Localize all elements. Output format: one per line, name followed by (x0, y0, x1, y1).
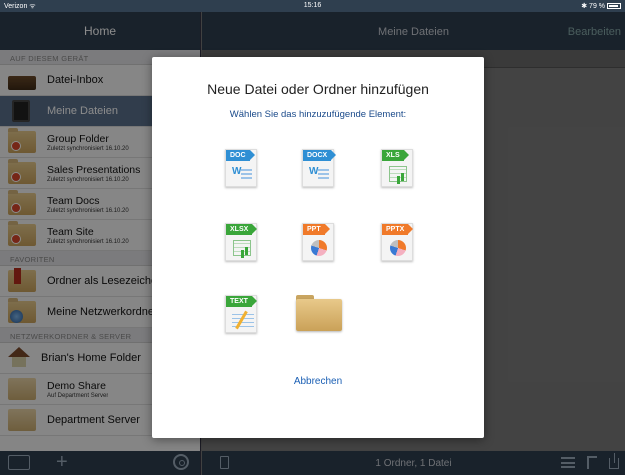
file-type-badge: TEXT (226, 296, 257, 307)
file-type-badge: XLS (382, 150, 409, 161)
docx-file-icon: DOCX W (302, 149, 337, 187)
file-type-badge: DOC (226, 150, 255, 161)
new-doc-button[interactable]: DOC W (222, 145, 262, 189)
new-folder-button[interactable] (296, 295, 342, 331)
new-ppt-button[interactable]: PPT (299, 219, 339, 263)
dialog-title: Neue Datei oder Ordner hinzufügen (207, 81, 429, 97)
file-type-badge: PPTX (382, 224, 414, 235)
xlsx-file-icon: XLSX (225, 223, 258, 261)
xls-file-icon: XLS (381, 149, 413, 187)
file-type-badge: DOCX (303, 150, 337, 161)
text-file-icon: TEXT (225, 295, 257, 333)
add-item-dialog: Neue Datei oder Ordner hinzufügen Wählen… (152, 57, 484, 438)
file-type-badge: XLSX (226, 224, 258, 235)
new-pptx-button[interactable]: PPTX (378, 219, 418, 263)
new-xls-button[interactable]: XLS (378, 145, 418, 189)
doc-file-icon: DOC W (225, 149, 257, 187)
status-bar: Verizon ᯤ 15:16 ✱ 79 % (0, 0, 625, 12)
dialog-subtitle: Wählen Sie das hinzuzufügende Element: (229, 109, 407, 120)
new-docx-button[interactable]: DOCX W (299, 145, 339, 189)
clock: 15:16 (303, 2, 322, 9)
new-xlsx-button[interactable]: XLSX (222, 219, 262, 263)
battery-icon (607, 3, 621, 9)
battery-percent: ✱ 79 % (581, 3, 605, 10)
new-text-button[interactable]: TEXT (222, 291, 262, 335)
pptx-file-icon: PPTX (381, 223, 414, 261)
file-type-badge: PPT (303, 224, 330, 235)
battery-indicator: ✱ 79 % (581, 2, 621, 10)
ppt-file-icon: PPT (302, 223, 334, 261)
cancel-button[interactable]: Abbrechen (152, 376, 484, 387)
